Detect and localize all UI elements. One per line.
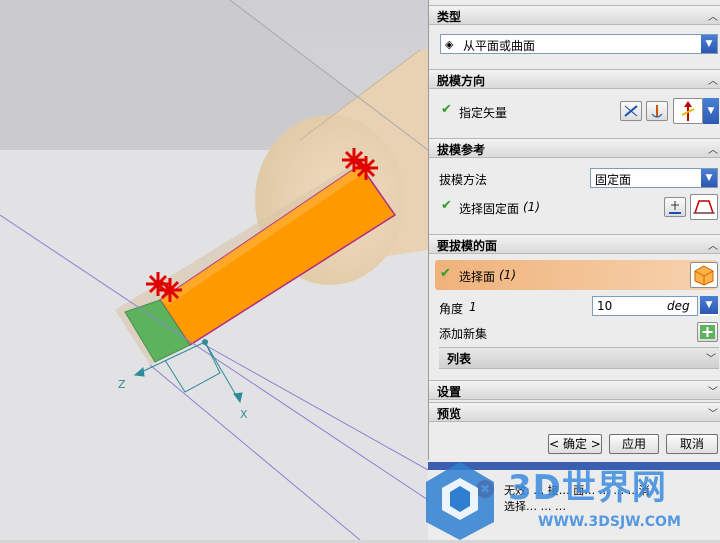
check-icon: ✔ (440, 266, 451, 281)
section-type-header[interactable]: 类型 ︿ (429, 5, 720, 25)
section-preview-header[interactable]: 预览 ﹀ (429, 402, 720, 422)
angle-label: 角度 (439, 302, 464, 316)
add-new-set-label: 添加新集 (439, 327, 488, 341)
type-combo-value: 从平面或曲面 (463, 39, 536, 53)
check-icon: ✔ (441, 198, 452, 213)
chevron-down-icon[interactable]: ﹀ (706, 350, 716, 365)
section-draft-reference-title: 拔模参考 (437, 143, 486, 157)
list-subsection-title: 列表 (447, 352, 472, 366)
vector-dialog-icon[interactable] (646, 101, 668, 121)
section-draft-direction-header[interactable]: 脱模方向 ︿ (429, 69, 720, 89)
section-draft-direction-title: 脱模方向 (437, 74, 486, 88)
axis-x-label: X (240, 408, 248, 421)
plane-dialog-icon[interactable] (664, 197, 686, 217)
select-face-label: 选择面 (459, 270, 496, 284)
angle-input[interactable]: 10 deg (592, 296, 698, 316)
specify-vector-label[interactable]: 指定矢量 (459, 104, 507, 121)
angle-value: 10 (597, 299, 613, 313)
chevron-down-icon[interactable]: ▼ (703, 98, 719, 124)
watermark-url: WWW.3DSJW.COM (538, 514, 681, 530)
draft-method-combo[interactable]: 固定面 ▼ (590, 168, 718, 188)
type-combo[interactable]: ◈ 从平面或曲面 ▼ (440, 34, 718, 54)
section-draft-reference-header[interactable]: 拔模参考 ︿ (429, 138, 720, 158)
draft-method-value: 固定面 (595, 173, 632, 187)
section-preview-title: 预览 (437, 407, 462, 421)
apply-button[interactable]: 应用 (609, 434, 659, 454)
draft-method-label: 拔模方法 (439, 173, 488, 187)
inferred-vector-icon[interactable] (673, 98, 703, 124)
graphics-viewport[interactable]: Z X (0, 0, 428, 540)
watermark-title: 3D世界网 (508, 468, 667, 508)
chevron-up-icon[interactable]: ︿ (708, 8, 718, 23)
chevron-down-icon[interactable]: ▼ (701, 169, 717, 187)
select-fixed-face-label[interactable]: 选择固定面 (459, 200, 519, 217)
add-new-set-icon[interactable] (697, 322, 718, 342)
chevron-up-icon[interactable]: ︿ (708, 141, 718, 156)
model-view[interactable]: Z X (0, 0, 428, 540)
select-face-count: (1) (499, 268, 516, 282)
vector-type-dropdown[interactable]: ▼ (703, 98, 719, 124)
select-face-row[interactable]: ✔ 选择面 (1) (435, 260, 717, 290)
section-faces-to-draft-title: 要拔模的面 (437, 239, 498, 253)
angle-index: 1 (469, 300, 477, 314)
ok-button[interactable]: < 确定 > (548, 434, 602, 454)
chevron-down-icon[interactable]: ▼ (700, 296, 718, 314)
cancel-button[interactable]: 取消 (666, 434, 718, 454)
section-faces-to-draft-header[interactable]: 要拔模的面 ︿ (429, 234, 720, 254)
section-settings-header[interactable]: 设置 ﹀ (429, 380, 720, 400)
chevron-up-icon[interactable]: ︿ (708, 72, 718, 87)
angle-unit: deg (667, 299, 690, 313)
site-watermark: 3D世界网 WWW.3DSJW.COM (420, 456, 720, 540)
chevron-down-icon[interactable]: ﹀ (708, 405, 718, 420)
list-subsection-header[interactable]: 列表 ﹀ (439, 347, 719, 369)
axis-z-label: Z (118, 378, 126, 391)
select-fixed-face-count: (1) (523, 200, 540, 214)
chevron-down-icon[interactable]: ▼ (701, 35, 717, 53)
reverse-direction-icon[interactable] (620, 101, 642, 121)
check-icon: ✔ (441, 102, 452, 117)
face-select-icon[interactable] (690, 262, 718, 288)
plane-surface-icon: ◈ (445, 38, 454, 51)
section-settings-title: 设置 (437, 385, 462, 399)
chevron-up-icon[interactable]: ︿ (708, 237, 718, 252)
fixed-plane-icon[interactable] (690, 194, 718, 220)
chevron-down-icon[interactable]: ﹀ (708, 383, 718, 398)
angle-options-button[interactable]: ▼ (700, 296, 718, 316)
section-type-title: 类型 (437, 10, 462, 24)
